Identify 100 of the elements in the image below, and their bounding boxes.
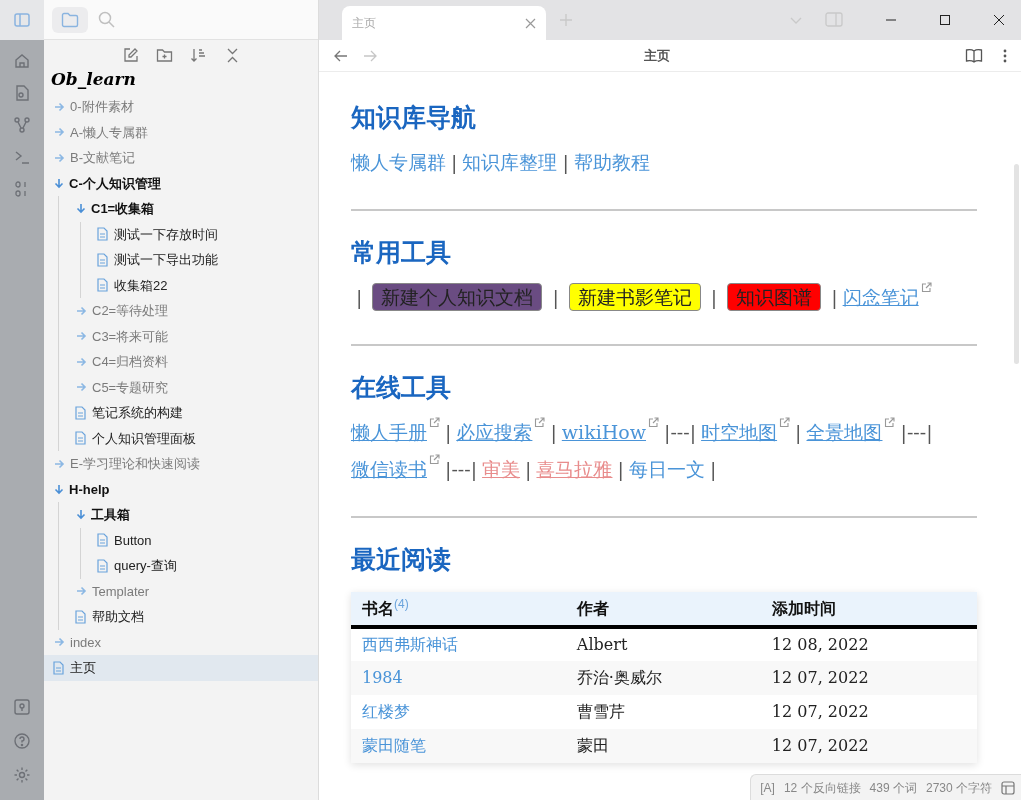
external-link-icon — [884, 417, 896, 428]
internal-link[interactable]: 知识库整理 — [462, 151, 558, 173]
external-link-icon — [534, 417, 546, 428]
file-item[interactable]: query-查询 — [95, 553, 318, 579]
folder-item[interactable]: C5=专题研究 — [73, 374, 318, 400]
separator-text: | — [709, 458, 717, 480]
external-link-icon — [920, 282, 932, 293]
book-link[interactable]: 西西弗斯神话 — [351, 627, 566, 661]
layout-icon[interactable] — [1001, 780, 1015, 795]
maximize-icon[interactable] — [939, 13, 951, 26]
more-options-icon[interactable] — [1003, 48, 1007, 63]
folder-item[interactable]: A-懒人专属群 — [51, 119, 318, 145]
reading-view-icon[interactable] — [965, 48, 983, 63]
vault-name: Ob_learn — [50, 68, 137, 91]
close-tab-icon[interactable] — [525, 17, 536, 29]
folder-item[interactable]: E-学习理论和快速阅读 — [51, 451, 318, 477]
action-button[interactable]: 知识图谱 — [727, 283, 822, 311]
folder-item[interactable]: C-个人知识管理 — [51, 170, 318, 196]
tab[interactable]: 主页 — [342, 6, 546, 40]
separator-text: | — [525, 458, 532, 480]
files-tab[interactable] — [52, 6, 88, 33]
folder-item[interactable]: C4=归档资料 — [73, 349, 318, 375]
file-search-icon[interactable] — [13, 84, 31, 102]
separator-text: | — [451, 151, 458, 173]
view-title: 主页 — [643, 46, 671, 65]
file-item[interactable]: 帮助文档 — [73, 604, 318, 630]
folder-item[interactable]: Templater — [73, 578, 318, 604]
table-cell: Albert — [565, 627, 761, 661]
file-item[interactable]: 收集箱22 — [95, 272, 318, 298]
separator-text: | — [550, 421, 557, 443]
table-cell: 12 07, 2022 — [760, 695, 977, 729]
help-icon[interactable] — [13, 732, 31, 750]
sidebar-toggle-icon[interactable] — [825, 12, 843, 27]
scrollbar[interactable] — [1014, 164, 1019, 364]
file-icon — [97, 227, 108, 242]
back-arrow-icon[interactable] — [333, 48, 349, 63]
folder-item[interactable]: C2=等待处理 — [73, 298, 318, 324]
external-link-icon — [429, 417, 440, 428]
forward-arrow-icon[interactable] — [362, 48, 378, 63]
separator-text: | — [831, 286, 838, 308]
file-item[interactable]: 主页 — [44, 655, 318, 681]
file-item[interactable]: 笔记系统的构建 — [73, 400, 318, 426]
external-link[interactable]: wikiHow — [561, 421, 646, 443]
book-link[interactable]: 红楼梦 — [351, 695, 566, 729]
section-heading: 知识库导航 — [351, 102, 476, 133]
folder-item[interactable]: 工具箱 — [73, 502, 318, 528]
file-icon — [75, 405, 86, 420]
folder-item[interactable]: H-help — [51, 476, 318, 502]
file-icon — [97, 252, 108, 267]
sidebar-toggle-icon[interactable] — [13, 11, 31, 29]
new-tab-icon[interactable] — [559, 13, 573, 27]
external-link-icon — [429, 454, 440, 465]
folder-item[interactable]: 0-附件素材 — [51, 94, 318, 120]
search-icon[interactable] — [98, 11, 115, 28]
status-text: 2730 个字符 — [925, 779, 992, 797]
vault-icon[interactable] — [13, 698, 31, 716]
external-link[interactable]: 全景地图 — [806, 421, 883, 443]
external-link[interactable]: 闪念笔记 — [842, 286, 919, 308]
internal-link[interactable]: 懒人专属群 — [351, 151, 446, 173]
external-link[interactable]: 懒人手册 — [351, 421, 427, 443]
sort-icon[interactable] — [189, 47, 207, 64]
action-button[interactable]: 新建书影笔记 — [568, 283, 701, 311]
new-note-icon[interactable] — [121, 47, 139, 64]
separator-text: |---| — [664, 421, 697, 443]
external-link[interactable]: 微信读书 — [351, 458, 427, 480]
status-text: 12 个反向链接 — [783, 779, 861, 797]
new-folder-icon[interactable] — [155, 47, 173, 64]
table-cell: 12 07, 2022 — [760, 661, 977, 695]
file-item[interactable]: Button — [95, 527, 318, 553]
action-button[interactable]: 新建个人知识文档 — [372, 283, 543, 311]
file-item[interactable]: 测试一下导出功能 — [95, 247, 318, 273]
graph-icon[interactable] — [13, 116, 31, 134]
book-link[interactable]: 蒙田随笔 — [351, 729, 566, 763]
column-header: 作者 — [565, 592, 761, 627]
separator-text: | — [617, 458, 624, 480]
external-link[interactable]: 时空地图 — [701, 421, 778, 443]
separator-text: | — [356, 286, 363, 308]
folder-item[interactable]: B-文献笔记 — [51, 145, 318, 171]
column-header: 书名$^{(4)}$ — [351, 592, 566, 627]
folder-item[interactable]: C1=收集箱 — [73, 196, 318, 222]
settings-icon[interactable] — [13, 766, 31, 784]
unresolved-link[interactable]: 喜马拉雅 — [536, 458, 613, 480]
separator-text: |---| — [445, 458, 478, 480]
file-icon — [53, 660, 64, 675]
book-link[interactable]: 1984 — [351, 661, 566, 695]
internal-link[interactable]: 每日一文 — [628, 458, 705, 480]
external-link-icon — [648, 417, 659, 428]
close-icon[interactable] — [993, 13, 1005, 26]
table-cell: 乔治·奥威尔 — [565, 661, 761, 695]
unresolved-link[interactable]: 审美 — [482, 458, 521, 480]
separator-text: | — [710, 286, 718, 308]
separator-text: | — [795, 421, 802, 443]
home-icon[interactable] — [13, 52, 31, 70]
external-link[interactable]: 必应搜索 — [456, 421, 533, 443]
file-item[interactable]: 个人知识管理面板 — [73, 425, 318, 451]
internal-link[interactable]: 帮助教程 — [573, 151, 650, 173]
folder-item[interactable]: C3=将来可能 — [73, 323, 318, 349]
file-item[interactable]: 测试一下存放时间 — [95, 221, 318, 247]
folder-item[interactable]: index — [51, 629, 318, 655]
section-heading: 常用工具 — [351, 237, 451, 268]
